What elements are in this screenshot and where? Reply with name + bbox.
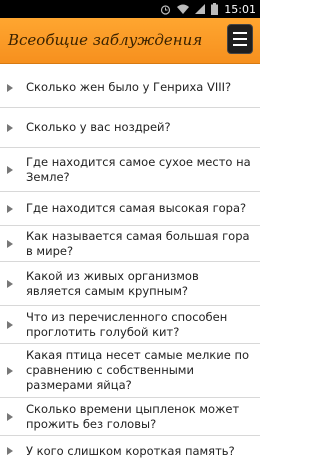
question-text: Где находится самая высокая гора?: [26, 201, 247, 215]
play-arrow-icon: [0, 447, 20, 455]
question-text: У кого слишком короткая память?: [26, 443, 235, 458]
play-arrow-icon: [0, 123, 20, 132]
play-arrow-icon: [0, 366, 20, 375]
play-arrow-icon: [0, 204, 20, 213]
question-item[interactable]: Какой из живых организмов является самым…: [0, 262, 260, 306]
question-item[interactable]: Где находится самая высокая гора?: [0, 192, 260, 226]
battery-icon: [211, 3, 219, 15]
play-arrow-icon: [0, 165, 20, 174]
question-list: Сколько жен было у Генриха VIII? Сколько…: [0, 68, 260, 466]
question-item[interactable]: Сколько у вас ноздрей?: [0, 108, 260, 148]
play-arrow-icon: [0, 320, 20, 329]
question-item[interactable]: Какая птица несет самые мелкие по сравне…: [0, 344, 260, 398]
signal-icon: [195, 4, 206, 14]
play-arrow-icon: [0, 412, 20, 421]
question-item[interactable]: Сколько времени цыпленок может прожить б…: [0, 398, 260, 436]
app-title: Всеобщие заблуждения: [8, 31, 203, 49]
wifi-icon: [177, 4, 190, 14]
menu-icon: [233, 30, 247, 48]
question-text: Сколько времени цыпленок может прожить б…: [26, 401, 240, 431]
question-item[interactable]: У кого слишком короткая память?: [0, 436, 260, 466]
question-item[interactable]: Что из перечисленного способен проглотит…: [0, 306, 260, 344]
play-arrow-icon: [0, 239, 20, 248]
question-item[interactable]: Как называется самая большая гора в мире…: [0, 226, 260, 262]
play-arrow-icon: [0, 83, 20, 92]
question-text: Где находится самое сухое место на Земле…: [26, 154, 251, 184]
question-item[interactable]: Где находится самое сухое место на Земле…: [0, 148, 260, 192]
play-arrow-icon: [0, 279, 20, 288]
alarm-icon: [160, 4, 171, 15]
question-item[interactable]: Сколько жен было у Генриха VIII?: [0, 68, 260, 108]
app-bar: Всеобщие заблуждения: [0, 18, 260, 64]
question-text: Как называется самая большая гора в мире…: [26, 228, 250, 258]
menu-button[interactable]: [227, 24, 253, 54]
status-bar: 15:01: [0, 0, 260, 18]
question-text: Какая птица несет самые мелкие по сравне…: [26, 348, 250, 392]
question-text: Сколько жен было у Генриха VIII?: [26, 80, 232, 94]
question-text: Какой из живых организмов является самым…: [26, 268, 199, 298]
question-text: Сколько у вас ноздрей?: [26, 120, 171, 134]
question-text: Что из перечисленного способен проглотит…: [26, 309, 228, 339]
status-time: 15:01: [224, 2, 256, 16]
